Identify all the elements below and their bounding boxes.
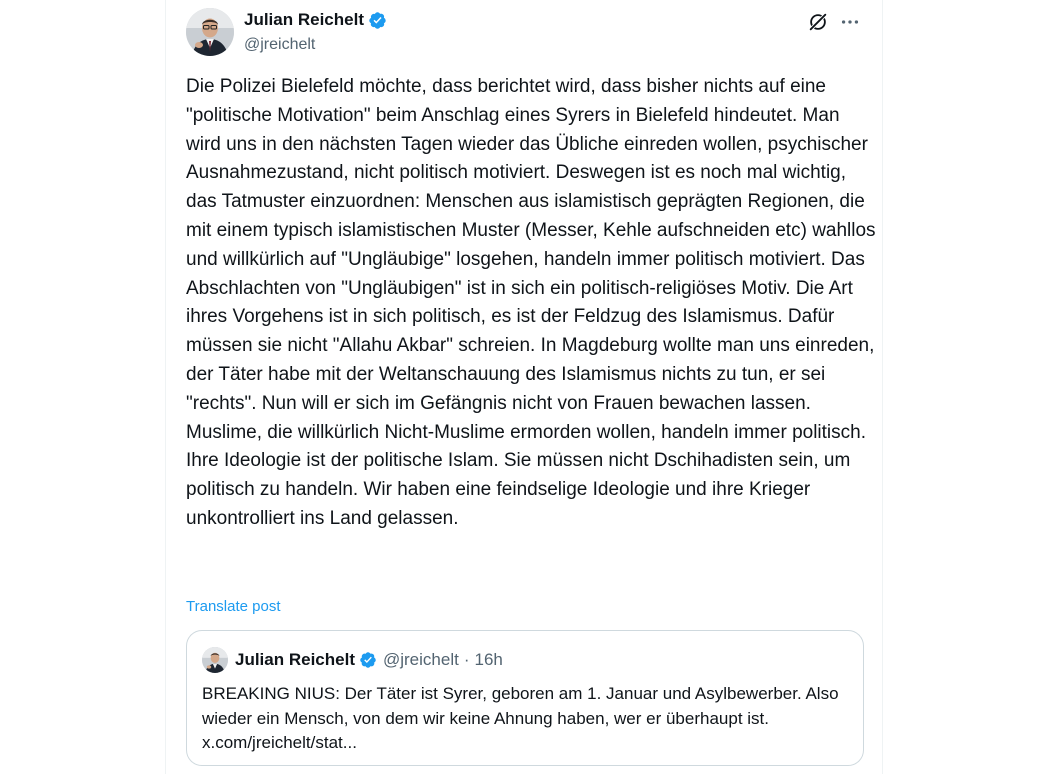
author-display-name[interactable]: Julian Reichelt — [244, 10, 364, 30]
author-avatar[interactable] — [186, 8, 234, 56]
more-options-icon[interactable] — [838, 10, 862, 34]
quoted-timestamp[interactable]: 16h — [475, 649, 503, 671]
page: Julian Reichelt @jreichelt Die Polizei B… — [0, 0, 1050, 774]
header-actions — [798, 10, 862, 34]
translate-post-link[interactable]: Translate post — [186, 597, 281, 617]
post-text: Die Polizei Bielefeld möchte, dass beric… — [186, 73, 876, 534]
profile-photo-small-icon — [202, 647, 228, 673]
timeline-column: Julian Reichelt @jreichelt Die Polizei B… — [165, 0, 883, 774]
author-handle[interactable]: @jreichelt — [244, 35, 315, 55]
grok-icon[interactable] — [806, 10, 830, 34]
quoted-post-card[interactable]: Julian Reichelt @jreichelt · 16h BREAKIN… — [186, 630, 864, 766]
quoted-post-header: Julian Reichelt @jreichelt · 16h — [235, 649, 503, 671]
quoted-post-text: BREAKING NIUS: Der Täter ist Syrer, gebo… — [202, 684, 839, 752]
quoted-separator: · — [463, 650, 470, 669]
quoted-author-handle: @jreichelt — [382, 650, 459, 669]
verified-badge-icon[interactable] — [368, 11, 387, 30]
author-name-row: Julian Reichelt — [244, 10, 387, 30]
quoted-verified-badge-icon — [359, 651, 377, 669]
post-body: Die Polizei Bielefeld möchte, dass beric… — [186, 76, 876, 529]
profile-photo-icon — [186, 8, 234, 56]
quoted-author-display-name: Julian Reichelt — [235, 650, 355, 669]
quoted-author-avatar — [202, 647, 228, 673]
